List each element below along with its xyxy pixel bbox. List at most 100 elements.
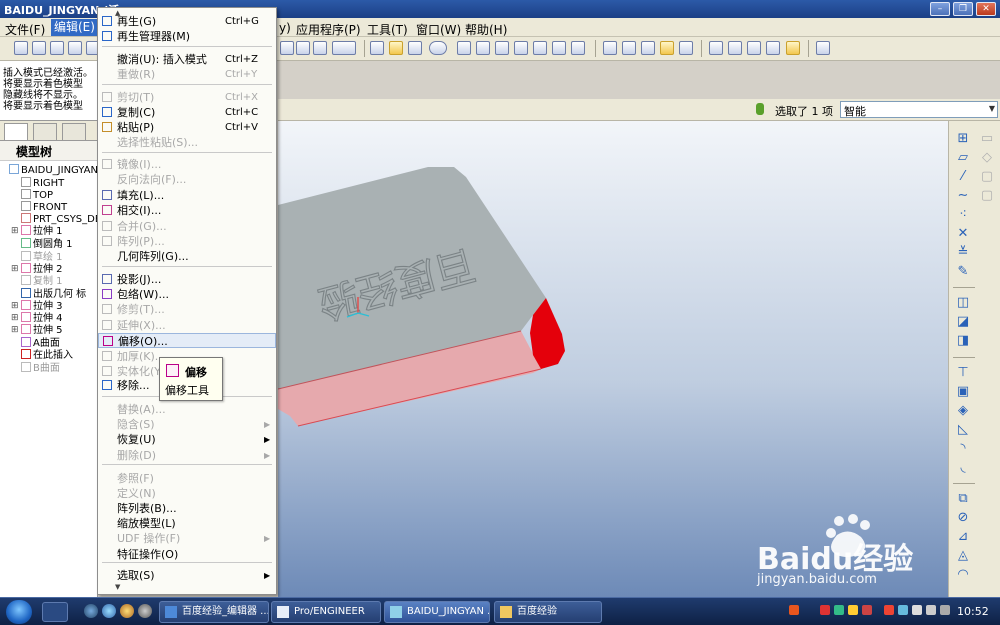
shell-tool-icon[interactable]: ▣ — [955, 384, 971, 400]
maximize-button[interactable]: ❐ — [953, 2, 973, 16]
tab-folder-browser[interactable] — [62, 123, 86, 140]
menu-tools[interactable]: 工具(T) — [367, 21, 408, 38]
save-icon[interactable] — [50, 41, 64, 55]
datum-points-icon[interactable] — [747, 41, 761, 55]
model-tree-node[interactable]: TOP — [21, 189, 53, 201]
spin-center-icon[interactable] — [389, 41, 403, 55]
edit-menu-item[interactable]: 粘贴(P) Ctrl+V — [98, 120, 276, 135]
quicklaunch-icon[interactable] — [120, 604, 134, 618]
plane-icon[interactable]: ▱ — [955, 150, 971, 166]
axis-icon[interactable]: ⁄ — [955, 169, 971, 185]
model-tree-node[interactable]: 在此插入 — [21, 349, 73, 361]
sweep-icon[interactable]: ◨ — [955, 333, 971, 349]
tray-icon[interactable] — [940, 605, 950, 615]
rib-tool-icon[interactable]: ◈ — [955, 403, 971, 419]
reorient-icon[interactable] — [514, 41, 528, 55]
edit-menu-item[interactable]: 阵列表(B)... — [98, 501, 276, 516]
print-icon[interactable] — [68, 41, 82, 55]
edit-menu-item[interactable]: 特征操作(O) — [98, 547, 276, 562]
menu-applications[interactable]: 应用程序(P) — [296, 21, 361, 38]
zoom-out-icon[interactable] — [476, 41, 490, 55]
expand-icon[interactable]: ⊞ — [11, 325, 19, 335]
menu-help[interactable]: 帮助(H) — [465, 21, 507, 38]
model-tree-node[interactable]: 拉伸 4 — [21, 312, 63, 324]
wireframe-icon[interactable] — [603, 41, 617, 55]
menu-file[interactable]: 文件(F) — [5, 21, 45, 38]
mirror-icon[interactable]: ◬ — [955, 548, 971, 564]
shading-icon[interactable] — [660, 41, 674, 55]
model-tree-node[interactable]: 拉伸 3 — [21, 300, 63, 312]
saved-views-icon[interactable] — [533, 41, 547, 55]
round-icon[interactable]: ◝ — [955, 441, 971, 457]
appearance-sphere-icon[interactable] — [429, 41, 447, 55]
context-help-icon[interactable] — [816, 41, 830, 55]
search-tool-icon[interactable] — [313, 41, 327, 55]
model-tree-node[interactable]: 倒圆角 1 — [21, 238, 73, 250]
copy-geom-icon[interactable]: ⧉ — [955, 491, 971, 507]
tray-icon[interactable] — [884, 605, 894, 615]
csys-tool-icon[interactable]: ✕ — [955, 226, 971, 242]
model-tree-node[interactable]: FRONT — [21, 201, 67, 213]
pencil-icon[interactable]: ✎ — [955, 264, 971, 280]
expand-icon[interactable]: ⊞ — [11, 313, 19, 323]
model-tree-node[interactable]: BAIDU_JINGYAN. — [9, 164, 101, 176]
edit-menu-item[interactable]: 缩放模型(L) — [98, 516, 276, 531]
regen-manager-icon[interactable] — [296, 41, 310, 55]
menu-window[interactable]: 窗口(W) — [416, 21, 461, 38]
show-desktop-icon[interactable] — [42, 602, 68, 622]
tray-icon[interactable] — [848, 605, 858, 615]
repaint-icon[interactable] — [370, 41, 384, 55]
expand-icon[interactable]: ⊞ — [11, 264, 19, 274]
draft-tool-icon[interactable]: ◺ — [955, 422, 971, 438]
start-button[interactable] — [6, 600, 32, 624]
expand-icon[interactable]: ⊞ — [11, 226, 19, 236]
tab-model-tree[interactable] — [4, 123, 28, 140]
edit-menu-item[interactable]: 恢复(U) ▶ — [98, 432, 276, 447]
selection-filter-dropdown[interactable]: 智能 ▼ — [840, 101, 998, 118]
new-file-icon[interactable] — [14, 41, 28, 55]
input-method-icon[interactable] — [789, 605, 799, 615]
edit-menu-item[interactable]: 包络(W)... — [98, 287, 276, 302]
taskbar-button-model[interactable]: BAIDU_JINGYAN ... — [384, 601, 490, 623]
shell-icon[interactable]: ◇ — [979, 150, 995, 166]
quicklaunch-icon[interactable] — [102, 604, 116, 618]
model-tree-node[interactable]: A曲面 — [21, 337, 60, 349]
regenerate-icon[interactable] — [280, 41, 294, 55]
hidden-line-icon[interactable] — [622, 41, 636, 55]
edit-menu-item[interactable]: 几何阵列(G)... — [98, 249, 276, 264]
model-tree-node[interactable]: B曲面 — [21, 362, 60, 374]
hole-icon[interactable]: ⊤ — [955, 365, 971, 381]
tray-icon[interactable] — [862, 605, 872, 615]
edit-menu-item[interactable]: 再生管理器(M) — [98, 29, 276, 44]
refit-icon[interactable] — [495, 41, 509, 55]
offset-tool-icon[interactable]: ◠ — [955, 567, 971, 583]
menu-scroll-down-icon[interactable]: ▼ — [115, 583, 120, 591]
quicklaunch-icon[interactable] — [138, 604, 152, 618]
taskbar-button-editor[interactable]: 百度经验_编辑器 ... — [159, 601, 269, 623]
curve-icon[interactable]: ∼ — [955, 188, 971, 204]
layers-icon[interactable] — [552, 41, 566, 55]
select-box-icon[interactable] — [332, 41, 356, 55]
edit-menu-item[interactable]: 撤消(U): 插入模式 Ctrl+Z — [98, 52, 276, 67]
taskbar-button-proe[interactable]: Pro/ENGINEER — [271, 601, 381, 623]
edit-menu-item[interactable]: 相交(I)... — [98, 203, 276, 218]
datum-tool-icon[interactable]: ▭ — [979, 131, 995, 147]
model-tree-node[interactable]: RIGHT — [21, 177, 64, 189]
ie-browser-icon[interactable] — [84, 604, 98, 618]
edit-menu-item[interactable]: 填充(L)... — [98, 188, 276, 203]
network-icon[interactable] — [912, 605, 922, 615]
model-tree-node[interactable]: 拉伸 2 — [21, 263, 63, 275]
datum-axes-icon[interactable] — [728, 41, 742, 55]
chamfer-icon[interactable]: ◟ — [955, 460, 971, 476]
model-tree-node[interactable]: 拉伸 1 — [21, 225, 63, 237]
datum-planes-icon[interactable] — [709, 41, 723, 55]
tray-icon[interactable] — [820, 605, 830, 615]
no-hidden-icon[interactable] — [641, 41, 655, 55]
csys-icon[interactable] — [766, 41, 780, 55]
menu-edit[interactable]: 编辑(E) — [51, 19, 98, 36]
expand-icon[interactable]: ⊞ — [11, 301, 19, 311]
model-tree-node[interactable]: PRT_CSYS_DE — [21, 213, 101, 225]
model-tree-node[interactable]: 出版几何 标 — [21, 288, 86, 300]
draft-icon[interactable]: ▢ — [979, 188, 995, 204]
sketch-icon[interactable]: ⊞ — [955, 131, 971, 147]
